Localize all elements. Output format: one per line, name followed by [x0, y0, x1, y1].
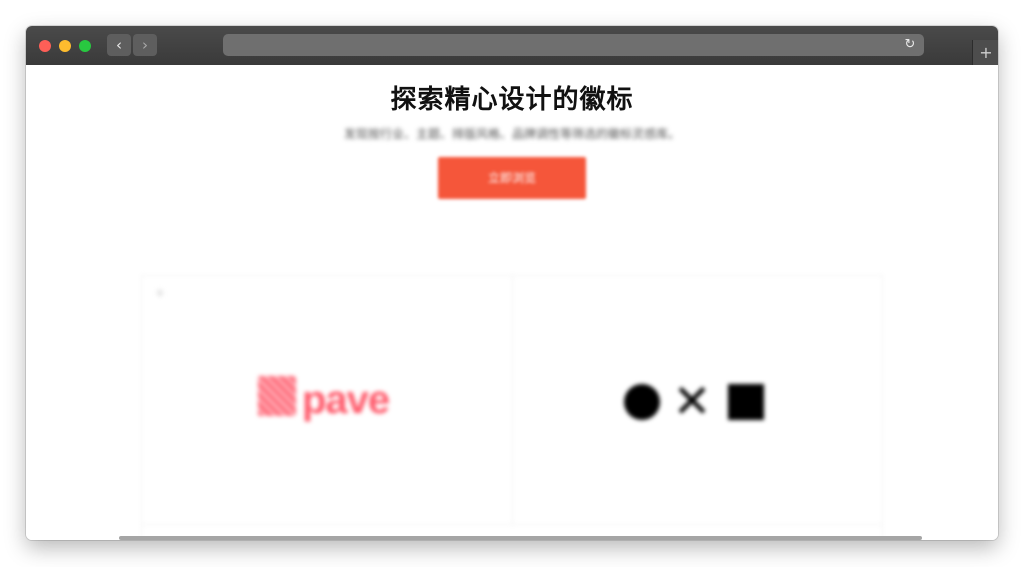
close-window-button[interactable] — [39, 40, 51, 52]
pave-logo: pave — [258, 376, 398, 426]
logo-card-shapes[interactable]: ✕ — [512, 276, 882, 524]
circle-icon — [624, 384, 660, 420]
shapes-logo: ✕ — [624, 376, 774, 426]
back-button[interactable]: ‹ — [107, 34, 131, 56]
logo-gallery: ① pave ✕ — [141, 275, 883, 540]
horizontal-scrollbar[interactable] — [119, 536, 922, 540]
forward-button[interactable]: › — [133, 34, 157, 56]
chevron-left-icon: ‹ — [116, 36, 122, 54]
zoom-window-button[interactable] — [79, 40, 91, 52]
grid-divider — [142, 524, 882, 525]
pave-logo-text: pave — [302, 378, 390, 422]
browser-window: ‹ › ↻ + 探索精心设计的徽标 发现按行业、主题、排版风格、品牌调性等筛选的… — [26, 26, 998, 540]
chevron-right-icon: › — [142, 36, 148, 54]
card-marker: ① — [156, 288, 165, 298]
logo-card-pave[interactable]: ① pave — [142, 276, 513, 524]
browser-toolbar: ‹ › ↻ + — [26, 26, 998, 65]
address-bar[interactable]: ↻ — [223, 34, 924, 56]
square-icon — [728, 384, 764, 420]
plus-icon: + — [979, 43, 993, 62]
minimize-window-button[interactable] — [59, 40, 71, 52]
x-icon: ✕ — [672, 374, 712, 428]
reload-icon[interactable]: ↻ — [902, 35, 918, 55]
page-title: 探索精心设计的徽标 — [390, 84, 634, 114]
pave-logo-mark — [258, 376, 296, 416]
page-content: 探索精心设计的徽标 发现按行业、主题、排版风格、品牌调性等筛选的徽标灵感库。 立… — [26, 65, 998, 540]
new-tab-button[interactable]: + — [972, 40, 998, 65]
page-subtitle: 发现按行业、主题、排版风格、品牌调性等筛选的徽标灵感库。 — [343, 127, 680, 141]
browse-button[interactable]: 立即浏览 — [438, 157, 586, 199]
